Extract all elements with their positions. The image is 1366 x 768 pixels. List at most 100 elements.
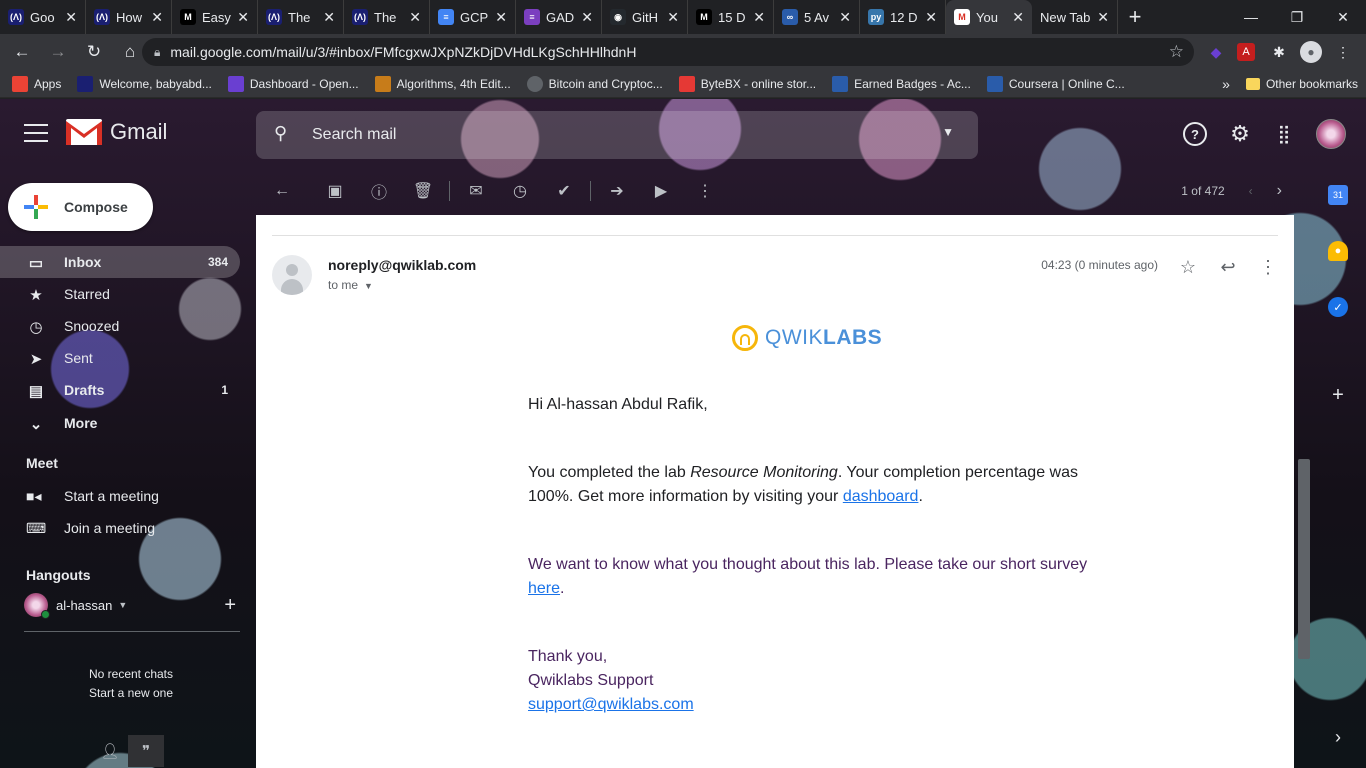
contacts-icon[interactable]: 👤︎ [92,735,128,767]
survey-link[interactable]: here [528,580,560,597]
tab-close-icon[interactable]: ✕ [323,9,335,26]
tab-close-icon[interactable]: ✕ [151,9,163,26]
archive-icon[interactable]: ▣ [313,171,357,211]
browser-tab[interactable]: py 12 D ✕ [860,0,946,34]
back-to-inbox-icon[interactable]: ← [260,171,304,211]
newer-chevron-icon[interactable]: ‹ [1249,184,1253,198]
more-actions-icon[interactable]: ⋮ [683,171,727,211]
minimize-icon[interactable]: — [1228,0,1274,34]
address-bar[interactable]: 🔒︎ mail.google.com/mail/u/3/#inbox/FMfcg… [142,38,1194,66]
pdf-extension-icon[interactable]: A [1237,43,1255,61]
browser-tab[interactable]: ≡ GCP ✕ [430,0,516,34]
older-chevron-icon[interactable]: › [1277,182,1282,200]
bookmark-item[interactable]: Welcome, babyabd... [69,70,220,98]
browser-tab[interactable]: (Λ) How ✕ [86,0,172,34]
profile-icon[interactable]: ● [1300,41,1322,63]
browser-tab[interactable]: New Tab ✕ [1032,0,1118,34]
main-menu-icon[interactable] [22,121,50,145]
tab-close-icon[interactable]: ✕ [495,9,507,26]
chevron-down-icon[interactable]: ▼ [118,600,127,610]
new-chat-plus-icon[interactable]: + [224,594,236,617]
tab-close-icon[interactable]: ✕ [409,9,421,26]
back-icon[interactable]: ← [6,36,38,68]
search-icon[interactable]: ⚲ [274,123,287,144]
gmail-logo[interactable]: Gmail [66,119,167,145]
recipient-details[interactable]: to me ▼ [328,278,373,292]
snooze-icon[interactable]: ◷ [498,171,542,211]
delete-icon[interactable]: 🗑︎ [401,171,445,211]
add-on-plus-icon[interactable]: + [1328,384,1348,406]
close-window-icon[interactable]: ✕ [1320,0,1366,34]
bookmark-item[interactable]: Bitcoin and Cryptoc... [519,70,671,98]
search-options-icon[interactable]: ▼ [942,125,954,139]
tasks-icon[interactable]: ✓ [1328,297,1348,317]
bookmark-item[interactable]: Dashboard - Open... [220,70,367,98]
tab-close-icon[interactable]: ✕ [925,9,937,26]
other-bookmarks[interactable]: Other bookmarks [1238,70,1366,98]
nav-item-sent[interactable]: ➤ Sent [0,342,240,374]
search-input[interactable]: ⚲ Search mail ▼ [256,111,978,159]
browser-tab[interactable]: (Λ) The ✕ [344,0,430,34]
nav-item-more[interactable]: ⌄ More [0,407,240,439]
account-avatar[interactable] [1316,119,1346,149]
reload-icon[interactable]: ↻ [78,36,110,68]
show-details-icon[interactable]: ▼ [364,281,373,291]
compose-button[interactable]: Compose [8,183,153,231]
star-icon[interactable]: ☆ [1176,255,1200,279]
expand-panel-icon[interactable]: › [1328,727,1348,747]
dashboard-link[interactable]: dashboard [843,488,919,505]
bookmark-item[interactable]: Coursera | Online C... [979,70,1133,98]
tab-close-icon[interactable]: ✕ [237,9,249,26]
report-spam-icon[interactable]: ⓘ [357,171,401,211]
help-icon[interactable]: ? [1183,122,1207,146]
label-icon[interactable]: ▶ [639,171,683,211]
sender-email[interactable]: noreply@qwiklab.com [328,257,476,273]
tab-close-icon[interactable]: ✕ [753,9,765,26]
forward-icon[interactable]: → [42,36,74,68]
start-new-chat-link[interactable]: Start a new one [26,684,236,703]
browser-tab[interactable]: M Easy ✕ [172,0,258,34]
tab-close-icon[interactable]: ✕ [581,9,593,26]
move-to-icon[interactable]: ➔ [595,171,639,211]
keep-icon[interactable]: ● [1328,241,1348,261]
browser-tab[interactable]: (Λ) Goo ✕ [0,0,86,34]
bookmark-item[interactable]: ByteBX - online stor... [671,70,824,98]
tab-close-icon[interactable]: ✕ [1097,9,1109,26]
browser-tab[interactable]: (Λ) The ✕ [258,0,344,34]
more-options-icon[interactable]: ⋮ [1256,255,1280,279]
bookmark-item[interactable]: Apps [0,70,69,98]
bookmark-item[interactable]: Algorithms, 4th Edit... [367,70,519,98]
nav-item-drafts[interactable]: ▤ Drafts 1 [0,374,240,406]
nav-item-starred[interactable]: ★ Starred [0,278,240,310]
start-meeting-button[interactable]: ■◂ Start a meeting [0,480,240,512]
bookmark-item[interactable]: Earned Badges - Ac... [824,70,979,98]
calendar-icon[interactable]: 31 [1328,185,1348,205]
sender-avatar[interactable] [272,255,312,295]
restore-icon[interactable]: ❐ [1274,0,1320,34]
browser-tab[interactable]: ≡ GAD ✕ [516,0,602,34]
more-bookmarks-icon[interactable]: » [1214,70,1238,98]
google-apps-icon[interactable]: ⣿ [1271,121,1297,147]
nav-item-snoozed[interactable]: ◷ Snoozed [0,310,240,342]
settings-gear-icon[interactable]: ⚙ [1227,121,1253,147]
hangouts-chat-icon[interactable]: ❞ [128,735,164,767]
add-task-icon[interactable]: ✔ [542,171,586,211]
join-meeting-button[interactable]: ⌨ Join a meeting [0,512,240,544]
bookmark-star-icon[interactable]: ☆ [1169,42,1184,62]
tab-close-icon[interactable]: ✕ [839,9,851,26]
browser-tab[interactable]: ◉ GitH ✕ [602,0,688,34]
nav-item-inbox[interactable]: ▭ Inbox 384 [0,246,240,278]
reply-icon[interactable]: ↩ [1216,255,1240,279]
mark-unread-icon[interactable]: ✉ [454,171,498,211]
browser-tab[interactable]: M 15 D ✕ [688,0,774,34]
message-scrollbar[interactable] [1298,459,1310,659]
browser-tab[interactable]: ∞ 5 Av ✕ [774,0,860,34]
tab-close-icon[interactable]: ✕ [65,9,77,26]
hangouts-user-row[interactable]: al-hassan ▼ + [24,593,240,619]
extension-icon[interactable]: ◆ [1205,41,1227,63]
tab-close-icon[interactable]: ✕ [1012,9,1024,26]
chrome-menu-icon[interactable]: ⋮ [1332,41,1354,63]
puzzle-icon[interactable]: ✱ [1268,41,1290,63]
browser-tab[interactable]: M You ✕ [946,0,1032,34]
support-email-link[interactable]: support@qwiklabs.com [528,696,694,713]
